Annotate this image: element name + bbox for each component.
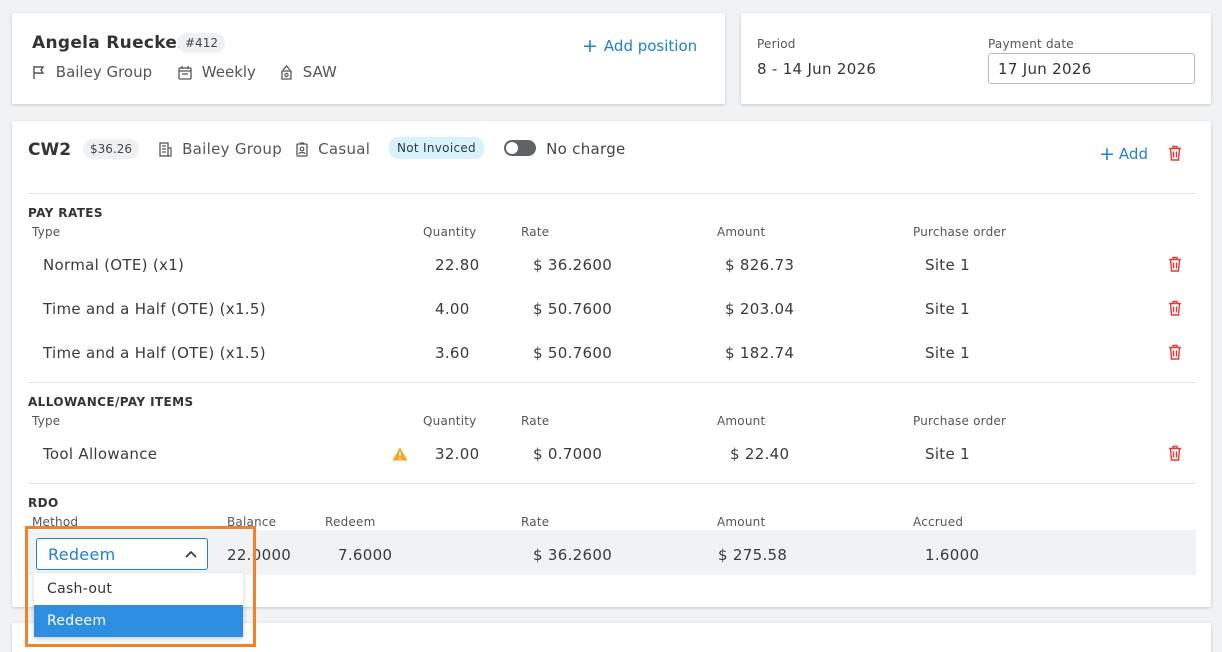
pay-rate-quantity[interactable]: 3.60 — [435, 344, 470, 362]
dropdown-option-label: Redeem — [47, 613, 107, 629]
pay-rate-quantity[interactable]: 22.80 — [435, 256, 479, 274]
payment-date-value: 17 Jun 2026 — [998, 60, 1092, 78]
rdo-header-amount: Amount — [717, 515, 766, 529]
location-icon — [281, 65, 292, 80]
chevron-up-icon — [185, 550, 197, 558]
dropdown-option-redeem[interactable]: Redeem — [34, 605, 243, 637]
employee-frequency: Weekly — [178, 63, 256, 81]
rdo-header-rate: Rate — [521, 515, 550, 529]
pay-rate-po[interactable]: Site 1 — [925, 256, 970, 274]
period-value: 8 - 14 Jun 2026 — [757, 60, 877, 78]
employee-id-badge: #412 — [178, 33, 225, 53]
position-card: CW2 $36.26 Bailey Group Casual Not Invoi… — [12, 121, 1211, 607]
pay-rate-quantity[interactable]: 4.00 — [435, 300, 470, 318]
rdo-balance: 22.0000 — [227, 546, 292, 564]
rdo-rate: $ 36.2600 — [533, 546, 613, 564]
position-rate-badge: $36.26 — [83, 139, 139, 159]
pay-rates-header-quantity: Quantity — [423, 225, 477, 239]
allowance-rate[interactable]: $ 0.7000 — [533, 445, 602, 463]
position-company: Bailey Group — [159, 140, 282, 158]
pay-rates-header-rate: Rate — [521, 225, 550, 239]
pay-rate-po[interactable]: Site 1 — [925, 344, 970, 362]
pay-rates-header-po: Purchase order — [913, 225, 1007, 239]
no-charge-toggle[interactable]: No charge — [504, 140, 626, 158]
building-icon — [159, 142, 172, 157]
add-item-button[interactable]: + Add — [1099, 143, 1148, 165]
pay-rate-type: Time and a Half (OTE) (x1.5) — [43, 300, 266, 318]
allowances-title: ALLOWANCE/PAY ITEMS — [28, 395, 194, 409]
rdo-method-select[interactable]: Redeem — [36, 538, 208, 570]
rdo-method-dropdown: Cash-out Redeem — [34, 573, 243, 637]
position-employment-type: Casual — [296, 140, 370, 158]
calendar-icon — [178, 66, 192, 80]
rdo-header-accrued: Accrued — [913, 515, 964, 529]
pay-rate-po[interactable]: Site 1 — [925, 300, 970, 318]
rdo-method-value: Redeem — [48, 545, 116, 564]
allowance-amount: $ 22.40 — [730, 445, 790, 463]
plus-icon: + — [1099, 143, 1115, 165]
pay-rate-rate[interactable]: $ 50.7600 — [533, 344, 612, 362]
rdo-header-balance: Balance — [227, 515, 277, 529]
warning-icon — [392, 447, 408, 461]
dropdown-option-label: Cash-out — [47, 581, 113, 597]
pay-rates-title: PAY RATES — [28, 206, 103, 220]
invoice-status-badge: Not Invoiced — [389, 137, 484, 159]
employee-company: Bailey Group — [32, 63, 152, 81]
allowances-header-po: Purchase order — [913, 414, 1007, 428]
rdo-header-redeem: Redeem — [325, 515, 376, 529]
pay-rates-header-type: Type — [32, 225, 61, 239]
rdo-amount: $ 275.58 — [718, 546, 788, 564]
dropdown-option-cash-out[interactable]: Cash-out — [34, 573, 243, 605]
delete-row-button[interactable] — [1168, 256, 1182, 272]
allowance-type: Tool Allowance — [43, 445, 158, 463]
period-label: Period — [757, 37, 796, 51]
rdo-redeem[interactable]: 7.6000 — [338, 546, 392, 564]
delete-row-button[interactable] — [1168, 300, 1182, 316]
allowances-header-rate: Rate — [521, 414, 550, 428]
no-charge-label: No charge — [546, 140, 626, 158]
rdo-accrued: 1.6000 — [925, 546, 980, 564]
allowance-quantity[interactable]: 32.00 — [435, 445, 479, 463]
delete-row-button[interactable] — [1168, 344, 1182, 360]
pay-rates-header-amount: Amount — [717, 225, 766, 239]
pay-rate-type: Time and a Half (OTE) (x1.5) — [43, 344, 266, 362]
flag-icon — [33, 66, 45, 79]
employee-name: Angela Ruecker — [32, 33, 186, 53]
pay-rate-rate[interactable]: $ 36.2600 — [533, 256, 612, 274]
pay-rate-amount: $ 182.74 — [725, 344, 795, 362]
pay-rate-amount: $ 203.04 — [725, 300, 795, 318]
add-position-button[interactable]: + Add position — [582, 35, 697, 57]
pay-rate-amount: $ 826.73 — [725, 256, 795, 274]
employee-card: Angela Ruecker #412 Bailey Group Weekly … — [12, 13, 725, 104]
payment-date-field[interactable]: 17 Jun 2026 — [988, 53, 1195, 84]
rdo-header-method: Method — [32, 515, 79, 529]
allowances-header-amount: Amount — [717, 414, 766, 428]
position-code: CW2 — [28, 140, 72, 160]
pay-rate-rate[interactable]: $ 50.7600 — [533, 300, 612, 318]
employee-state: SAW — [280, 63, 337, 81]
period-card: Period 8 - 14 Jun 2026 Payment date 17 J… — [741, 13, 1211, 104]
delete-position-button[interactable] — [1168, 145, 1182, 161]
toggle-switch[interactable] — [504, 140, 536, 156]
plus-icon: + — [582, 35, 598, 57]
allowances-header-type: Type — [32, 414, 61, 428]
allowance-po[interactable]: Site 1 — [925, 445, 970, 463]
rdo-title: RDO — [28, 496, 59, 510]
payment-date-label: Payment date — [988, 37, 1074, 51]
delete-row-button[interactable] — [1168, 445, 1182, 461]
allowances-header-quantity: Quantity — [423, 414, 477, 428]
id-badge-icon — [296, 142, 308, 157]
pay-rate-type: Normal (OTE) (x1) — [43, 256, 185, 274]
